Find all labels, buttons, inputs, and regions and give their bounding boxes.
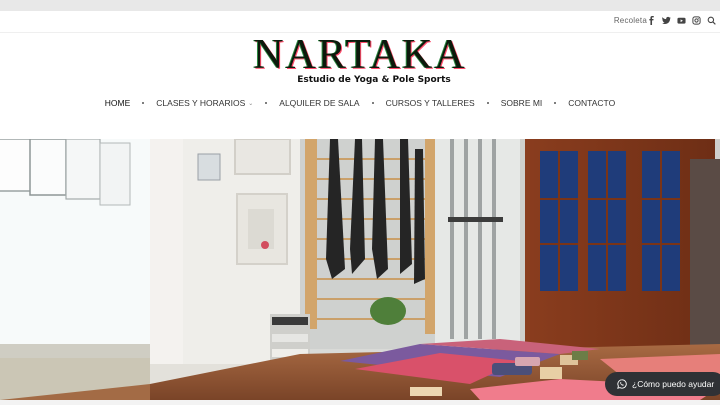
nav-clases-label: CLASES Y HORARIOS xyxy=(156,98,246,108)
nav-sobre-mi[interactable]: SOBRE MI xyxy=(497,98,547,108)
main-navigation: HOME CLASES Y HORARIOS ⌄ ALQUILER DE SALA… xyxy=(0,98,720,108)
nav-sobre-mi-label: SOBRE MI xyxy=(500,98,543,108)
chat-label: ¿Cómo puedo ayudar xyxy=(632,379,715,389)
nav-cursos-label: CURSOS Y TALLERES xyxy=(385,98,475,108)
nav-separator xyxy=(142,102,145,104)
site-brand: NARTAKA Estudio de Yoga & Pole Sports xyxy=(0,34,720,85)
nav-home[interactable]: HOME xyxy=(101,98,135,108)
twitter-icon[interactable] xyxy=(661,15,671,26)
nav-separator xyxy=(371,102,374,104)
bottom-strip xyxy=(0,400,720,405)
nav-separator xyxy=(554,102,557,104)
whatsapp-chat-button[interactable]: ¿Cómo puedo ayudar xyxy=(605,372,720,396)
nav-contacto-label: CONTACTO xyxy=(568,98,616,108)
nav-separator xyxy=(265,102,268,104)
social-links xyxy=(646,15,716,26)
nav-alquiler-label: ALQUILER DE SALA xyxy=(279,98,360,108)
search-icon[interactable] xyxy=(706,15,716,26)
chevron-down-icon: ⌄ xyxy=(248,100,254,107)
instagram-icon[interactable] xyxy=(691,15,701,26)
facebook-icon[interactable] xyxy=(646,15,656,26)
top-bar: Recoleta xyxy=(0,11,720,33)
nav-clases-y-horarios[interactable]: CLASES Y HORARIOS ⌄ xyxy=(152,98,257,108)
site-logo[interactable]: NARTAKA xyxy=(0,34,720,76)
nav-separator xyxy=(486,102,489,104)
browser-top-strip xyxy=(0,0,720,11)
location-label: Recoleta xyxy=(613,16,647,25)
nav-home-label: HOME xyxy=(104,98,131,108)
youtube-icon[interactable] xyxy=(676,15,686,26)
studio-photo-illustration: ॐ xyxy=(0,139,720,400)
nav-contacto[interactable]: CONTACTO xyxy=(564,98,619,108)
hero-image-studio: ॐ xyxy=(0,139,720,400)
whatsapp-icon xyxy=(617,379,627,389)
nav-alquiler-de-sala[interactable]: ALQUILER DE SALA xyxy=(275,98,363,108)
site-tagline: Estudio de Yoga & Pole Sports xyxy=(297,75,451,85)
nav-cursos-y-talleres[interactable]: CURSOS Y TALLERES xyxy=(382,98,479,108)
